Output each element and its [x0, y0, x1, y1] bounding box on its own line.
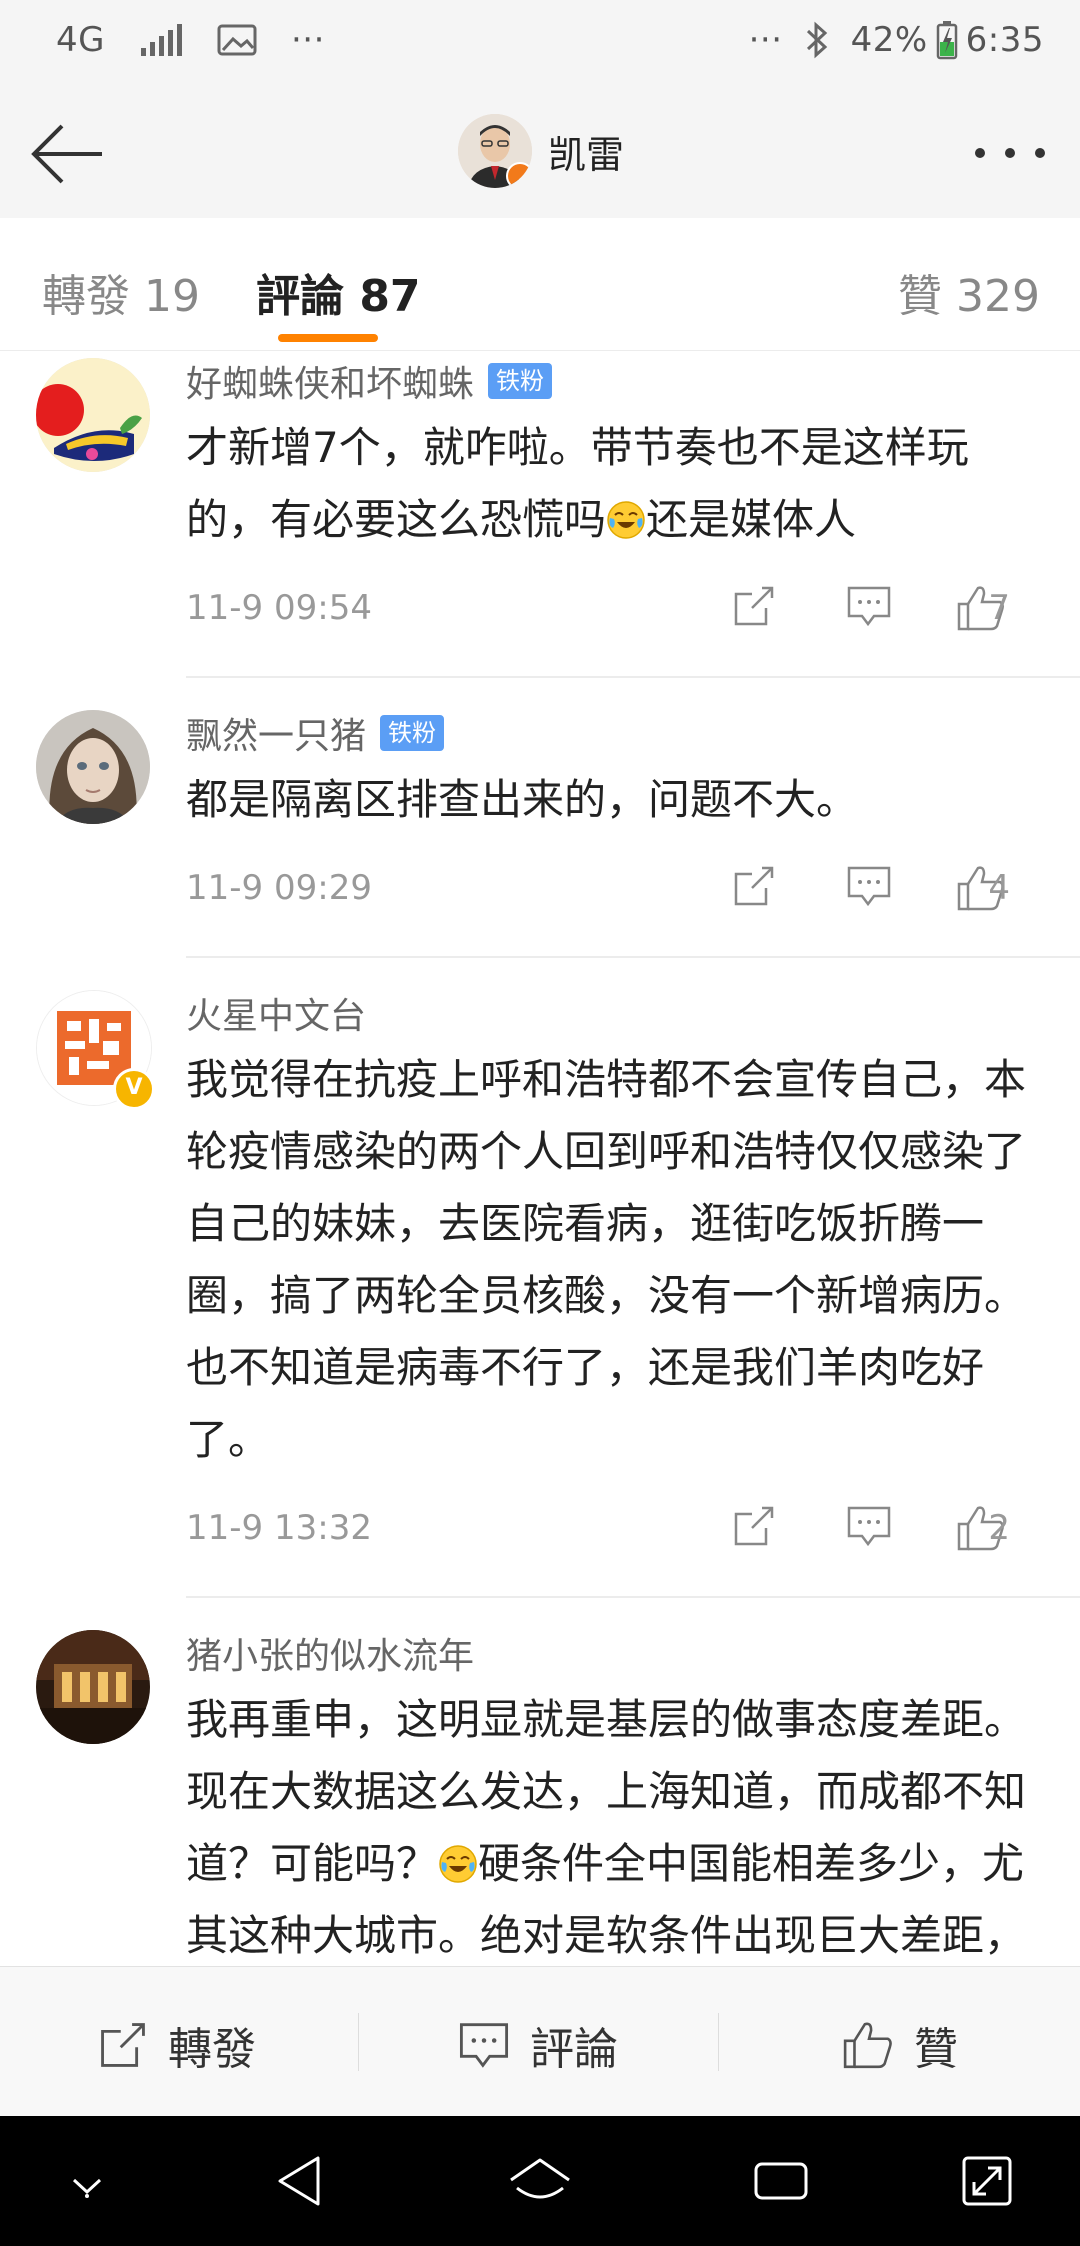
like-count: 4: [988, 868, 1010, 908]
network-label: 4G: [56, 20, 105, 60]
reply-button[interactable]: [846, 864, 892, 908]
home-icon: [510, 2158, 570, 2199]
comment-label: 評論: [530, 2024, 618, 2075]
back-button[interactable]: [28, 114, 108, 194]
avatar[interactable]: [36, 358, 150, 472]
share-icon: [734, 1506, 774, 1546]
comment-meta: 11-9 13:32 2: [186, 1476, 1046, 1596]
share-button[interactable]: [732, 584, 776, 628]
nav-hide-keyboard-button[interactable]: [52, 2146, 122, 2216]
divider: [718, 2013, 719, 2071]
chevron-down-icon: [72, 2178, 102, 2198]
comment-meta: 11-9 09:54 7: [186, 556, 1046, 676]
nav-expand-button[interactable]: [952, 2146, 1022, 2216]
like-count: 7: [988, 588, 1010, 628]
tab-reposts[interactable]: 轉發 19: [42, 260, 200, 324]
network-indicator: 4G: [56, 20, 105, 60]
comment-text: 我再重申，这明显就是基层的做事态度差距。现在大数据这么发达，上海知道，而成都不知…: [186, 1684, 1046, 1966]
commenter-name[interactable]: 好蜘蛛侠和坏蜘蛛: [186, 355, 474, 407]
reply-button[interactable]: [846, 1504, 892, 1548]
page-title: 凯雷: [548, 132, 625, 177]
expand-icon: [962, 2156, 1012, 2206]
tab-bar: 轉發 19 評論 87 贊 329: [0, 218, 1080, 351]
comment-icon: [459, 2023, 509, 2068]
battery-percent: 42%: [850, 20, 928, 60]
battery-icon: [936, 20, 958, 60]
comment-text: 才新增7个，就咋啦。带节奏也不是这样玩的，有必要这么恐慌吗 还是媒体人: [186, 412, 1046, 556]
share-button[interactable]: [732, 864, 776, 908]
nav-home-button[interactable]: [505, 2146, 575, 2216]
fan-badge: 铁粉: [488, 363, 553, 399]
recents-icon: [754, 2162, 808, 2200]
reply-button[interactable]: [846, 584, 892, 628]
tab-likes[interactable]: 贊 329: [898, 260, 1040, 324]
divider: [358, 2013, 359, 2071]
triangle-back-icon: [278, 2156, 320, 2206]
more-dots-icon: [975, 148, 1045, 158]
avatar[interactable]: [36, 710, 150, 824]
laughing-tears-emoji-icon: [439, 1845, 477, 1883]
verified-badge: [506, 162, 532, 188]
comment-list: 好蜘蛛侠和坏蜘蛛 铁粉 才新增7个，就咋啦。带节奏也不是这样玩的，有必要这么恐慌…: [0, 352, 1080, 1966]
share-icon: [734, 586, 774, 626]
active-tab-indicator: [278, 334, 378, 342]
share-button[interactable]: [732, 1504, 776, 1548]
avatar[interactable]: [458, 114, 532, 188]
comment-item: 好蜘蛛侠和坏蜘蛛 铁粉 才新增7个，就咋啦。带节奏也不是这样玩的，有必要这么恐慌…: [0, 352, 1080, 676]
comment-text-part: 还是媒体人: [646, 495, 857, 544]
signal-icon: [139, 22, 183, 58]
avatar[interactable]: [36, 1630, 150, 1744]
repost-label: 轉發: [168, 2024, 256, 2075]
laughing-tears-emoji-icon: [607, 501, 645, 539]
clock: 6:35: [965, 20, 1044, 60]
comment-meta: 11-9 09:29 4: [186, 836, 1046, 956]
comment-item: 猪小张的似水流年 我再重申，这明显就是基层的做事态度差距。现在大数据这么发达，上…: [0, 1598, 1080, 1966]
bluetooth-icon: [805, 21, 829, 59]
comment-timestamp: 11-9 09:29: [186, 868, 372, 908]
more-notifications: ···: [290, 20, 325, 60]
fan-badge: 铁粉: [380, 715, 445, 751]
comment-icon: [847, 1506, 891, 1547]
like-label: 贊: [914, 2024, 958, 2075]
like-button[interactable]: 贊: [842, 2013, 958, 2077]
commenter-name[interactable]: 飘然一只猪: [186, 707, 366, 759]
share-icon: [734, 866, 774, 906]
system-nav-bar: [0, 2116, 1080, 2246]
comment-timestamp: 11-9 09:54: [186, 588, 372, 628]
thumbs-up-icon: [843, 2022, 892, 2069]
commenter-name[interactable]: 猪小张的似水流年: [186, 1627, 474, 1679]
bottom-action-bar: 轉發 評論 贊: [0, 1966, 1080, 2117]
comment-item: 飘然一只猪 铁粉 都是隔离区排查出来的，问题不大。 11-9 09:29 4: [0, 678, 1080, 956]
repost-button[interactable]: 轉發: [98, 2013, 256, 2077]
comment-item: V 火星中文台 我觉得在抗疫上呼和浩特都不会宣传自己，本轮疫情感染的两个人回到呼…: [0, 958, 1080, 1596]
comment-button[interactable]: 評論: [458, 2013, 618, 2077]
nav-recents-button[interactable]: [746, 2146, 816, 2216]
top-app-bar: 凯雷: [0, 90, 1080, 219]
more-notifications-right: ···: [748, 20, 783, 60]
comment-text: 都是隔离区排查出来的，问题不大。: [186, 775, 859, 824]
like-count: 2: [988, 1508, 1010, 1548]
comment-icon: [847, 866, 891, 907]
profile-title[interactable]: 凯雷: [458, 114, 624, 188]
arrow-left-icon: [31, 124, 102, 184]
more-options-button[interactable]: [972, 136, 1048, 170]
comment-timestamp: 11-9 13:32: [186, 1508, 372, 1548]
tab-comments[interactable]: 評論 87: [256, 260, 421, 324]
commenter-name[interactable]: 火星中文台: [186, 987, 366, 1039]
nav-back-button[interactable]: [266, 2146, 336, 2216]
image-icon: [217, 23, 257, 57]
comment-icon: [847, 586, 891, 627]
share-icon: [101, 2023, 145, 2067]
status-bar: 4G ··· ··· 42% 6:35: [0, 0, 1080, 90]
comment-text: 我觉得在抗疫上呼和浩特都不会宣传自己，本轮疫情感染的两个人回到呼和浩特仅仅感染了…: [186, 1055, 1027, 1464]
verified-badge: V: [113, 1068, 155, 1110]
